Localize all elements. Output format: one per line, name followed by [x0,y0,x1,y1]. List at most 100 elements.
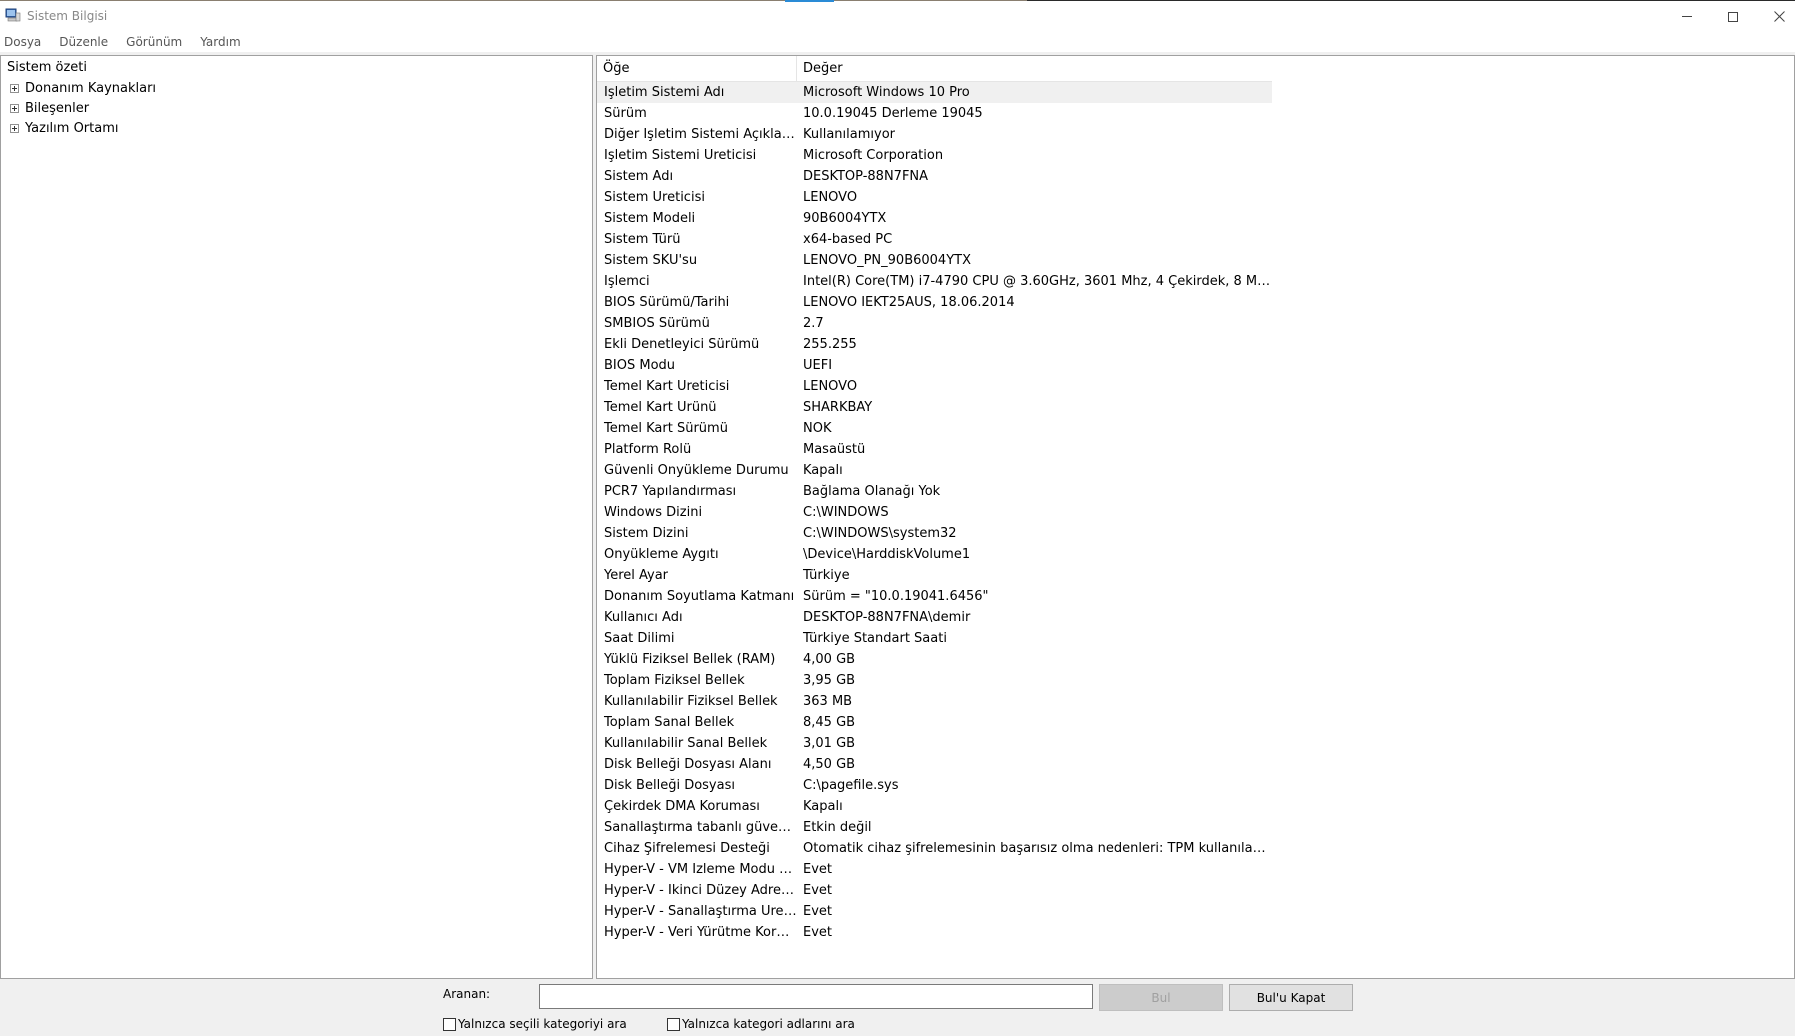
expand-plus-icon[interactable] [10,83,19,93]
row-value: Kapalı [803,799,843,814]
system-info-icon [5,8,21,22]
expand-plus-icon[interactable] [10,123,19,133]
table-row[interactable]: BIOS Modu UEFI [597,355,1272,376]
expand-plus-icon[interactable] [10,103,19,113]
table-row[interactable]: Sistem Türü x64-based PC [597,229,1272,250]
table-row[interactable]: Önyükleme Aygıtı \Device\HarddiskVolume1 [597,544,1272,565]
find-button[interactable]: Bul [1099,984,1223,1011]
table-row[interactable]: Saat Dilimi Türkiye Standart Saati [597,628,1272,649]
tree-item-label: Donanım Kaynakları [25,80,157,96]
table-row[interactable]: Sistem SKU'su LENOVO_PN_90B6004YTX [597,250,1272,271]
row-item: Toplam Sanal Bellek [604,715,735,730]
tree-item-label: Yazılım Ortamı [25,120,119,136]
table-row[interactable]: Disk Belleği Dosyası Alanı 4,50 GB [597,754,1272,775]
table-row[interactable]: Hyper-V - Veri Yürütme Korum... Evet [597,922,1272,943]
details-list[interactable]: Öğe Değer İşletim Sistemi Adı Microsoft W… [596,55,1795,979]
row-item: Çekirdek DMA Koruması [604,799,760,814]
table-row[interactable]: Temel Kart Üreticisi LENOVO [597,376,1272,397]
search-selected-category-checkbox[interactable]: Yalnızca seçili kategoriyi ara [443,1017,627,1031]
table-row[interactable]: Windows Dizini C:\WINDOWS [597,502,1272,523]
taskbar-accent [785,0,834,2]
row-item: Windows Dizini [604,505,703,520]
table-row[interactable]: Yerel Ayar Türkiye [597,565,1272,586]
row-value: 4,00 GB [803,652,856,667]
row-value: Kullanılamıyor [803,127,896,142]
table-row[interactable]: Temel Kart Ürünü SHARKBAY [597,397,1272,418]
table-row[interactable]: Disk Belleği Dosyası C:\pagefile.sys [597,775,1272,796]
table-row[interactable]: Donanım Soyutlama Katmanı Sürüm = "10.0.1… [597,586,1272,607]
row-item: Sistem Üreticisi [604,190,705,205]
table-row[interactable]: Toplam Fiziksel Bellek 3,95 GB [597,670,1272,691]
row-item: Hyper-V - Sanallaştırma Üretici ... [604,904,797,919]
row-value: 3,01 GB [803,736,856,751]
table-row[interactable]: Hyper-V - İkinci Düzey Adres Ç... Evet [597,880,1272,901]
table-row[interactable]: İşletim Sistemi Üreticisi Microsoft Corpo… [597,145,1272,166]
tree-item-hardware-resources[interactable]: Donanım Kaynakları [10,79,156,97]
menu-help[interactable]: Yardım [196,35,244,49]
table-row[interactable]: Kullanıcı Adı DESKTOP-88N7FNA\demir [597,607,1272,628]
row-value: Sürüm = "10.0.19041.6456" [803,589,989,604]
table-row[interactable]: Platform Rolü Masaüstü [597,439,1272,460]
row-item: Sanallaştırma tabanlı güvenlik [604,820,797,835]
menu-view[interactable]: Görünüm [122,35,186,49]
row-value: Evet [803,904,833,919]
tree-item-components[interactable]: Bileşenler [10,99,89,117]
table-row[interactable]: Güvenli Önyükleme Durumu Kapalı [597,460,1272,481]
row-value: DESKTOP-88N7FNA\demir [803,610,971,625]
table-row[interactable]: Sürüm 10.0.19045 Derleme 19045 [597,103,1272,124]
list-rows: İşletim Sistemi Adı Microsoft Windows 10 … [597,82,1272,943]
table-row[interactable]: Cihaz Şifrelemesi Desteği Otomatik cihaz … [597,838,1272,859]
column-header-item[interactable]: Öğe [597,56,797,82]
menu-file[interactable]: Dosya [0,35,45,49]
table-row[interactable]: Sanallaştırma tabanlı güvenlik Etkin deği… [597,817,1272,838]
table-row[interactable]: Toplam Sanal Bellek 8,45 GB [597,712,1272,733]
tree-item-system-summary[interactable]: Sistem özeti [7,60,87,75]
row-value: NOK [803,421,832,436]
table-row[interactable]: PCR7 Yapılandırması Bağlama Olanağı Yok [597,481,1272,502]
find-input[interactable] [539,984,1093,1009]
row-item: BIOS Modu [604,358,676,373]
close-button[interactable] [1756,1,1795,32]
row-value: Türkiye Standart Saati [803,631,947,646]
column-header-value[interactable]: Değer [797,56,1272,82]
table-row[interactable]: Ekli Denetleyici Sürümü 255.255 [597,334,1272,355]
category-tree[interactable]: Sistem özeti Donanım Kaynakları Bileşenl… [0,55,593,979]
maximize-button[interactable] [1710,1,1756,32]
row-value: 4,50 GB [803,757,856,772]
table-row[interactable]: Kullanılabilir Fiziksel Bellek 363 MB [597,691,1272,712]
row-value: DESKTOP-88N7FNA [803,169,929,184]
row-item: Disk Belleği Dosyası [604,778,735,793]
table-row[interactable]: İşlemci Intel(R) Core(TM) i7-4790 CPU @ 3… [597,271,1272,292]
table-row[interactable]: Hyper-V - VM İzleme Modu Uz... Evet [597,859,1272,880]
row-value: SHARKBAY [803,400,873,415]
table-row[interactable]: Kullanılabilir Sanal Bellek 3,01 GB [597,733,1272,754]
minimize-button[interactable] [1664,1,1710,32]
table-row[interactable]: Temel Kart Sürümü NOK [597,418,1272,439]
table-row[interactable]: Hyper-V - Sanallaştırma Üretici ... Evet [597,901,1272,922]
row-item: Sistem SKU'su [604,253,698,268]
row-item: Temel Kart Ürünü [604,400,717,415]
table-row[interactable]: İşletim Sistemi Adı Microsoft Windows 10 … [597,82,1272,103]
table-row[interactable]: Diğer İşletim Sistemi Açıklaması Kullanıl… [597,124,1272,145]
menu-edit[interactable]: Düzenle [55,35,112,49]
row-item: Kullanıcı Adı [604,610,683,625]
row-item: Platform Rolü [604,442,692,457]
table-row[interactable]: SMBIOS Sürümü 2.7 [597,313,1272,334]
table-row[interactable]: BIOS Sürümü/Tarihi LENOVO IEKT25AUS, 18.0… [597,292,1272,313]
table-row[interactable]: Sistem Adı DESKTOP-88N7FNA [597,166,1272,187]
row-value: LENOVO [803,379,858,394]
checkbox-box[interactable] [443,1017,456,1031]
checkbox-box[interactable] [667,1017,680,1031]
row-item: Sistem Türü [604,232,681,247]
table-row[interactable]: Sistem Dizini C:\WINDOWS\system32 [597,523,1272,544]
maximize-icon [1728,11,1738,22]
search-category-names-checkbox[interactable]: Yalnızca kategori adlarını ara [667,1017,855,1031]
tree-item-software-environment[interactable]: Yazılım Ortamı [10,119,119,137]
close-find-button[interactable]: Bul'u Kapat [1229,984,1353,1011]
table-row[interactable]: Sistem Üreticisi LENOVO [597,187,1272,208]
row-value: 2.7 [803,316,824,331]
row-value: Microsoft Corporation [803,148,944,163]
table-row[interactable]: Çekirdek DMA Koruması Kapalı [597,796,1272,817]
table-row[interactable]: Sistem Modeli 90B6004YTX [597,208,1272,229]
table-row[interactable]: Yüklü Fiziksel Bellek (RAM) 4,00 GB [597,649,1272,670]
